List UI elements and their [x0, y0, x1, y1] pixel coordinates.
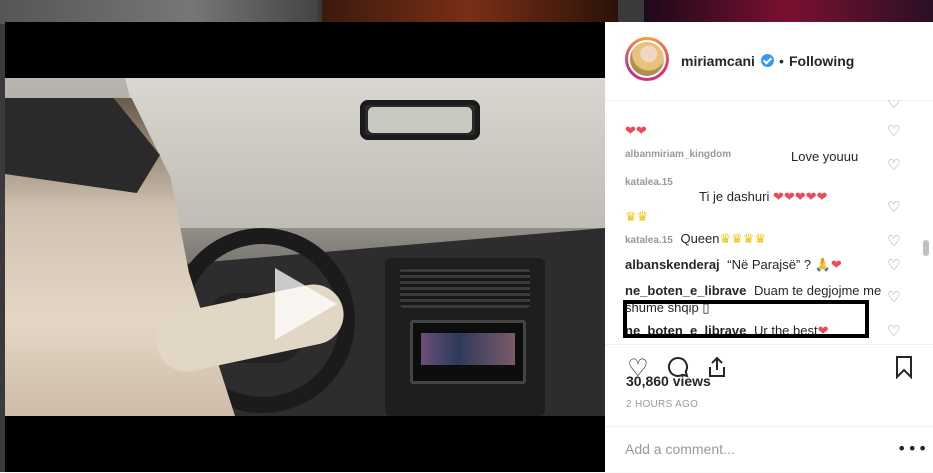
comment-item: katalea.15 Queen♛♛♛♛: [625, 230, 915, 249]
background-post-thumbnail[interactable]: [644, 0, 933, 24]
comment-like-icon[interactable]: [887, 232, 900, 250]
comment-emoji: ❤❤: [625, 124, 647, 139]
comment-item: albanskenderaj “Në Parajsë” ? 🙏❤: [625, 256, 915, 274]
comment-emoji: ❤❤❤❤❤: [772, 190, 828, 205]
post-header: miriamcani • Following: [605, 22, 933, 101]
post-side-panel: miriamcani • Following ❤❤ albanmiriam_ki…: [605, 22, 933, 472]
video-frame: [5, 78, 605, 416]
comment-username[interactable]: ne_boten_e_librave: [625, 283, 746, 298]
comment-like-icon[interactable]: [887, 156, 900, 174]
comment-text: “Në Parajsë” ?: [727, 257, 812, 272]
following-button[interactable]: Following: [789, 53, 854, 69]
play-icon[interactable]: [271, 268, 341, 340]
comment-like-icon[interactable]: [887, 322, 900, 340]
comments-scrollbar[interactable]: [923, 100, 929, 344]
rearview-mirror: [360, 100, 480, 140]
comment-username[interactable]: albanskenderaj: [625, 257, 720, 272]
comment-like-icon[interactable]: [887, 122, 900, 140]
ellipsis-icon[interactable]: •••: [897, 439, 928, 458]
comment-username[interactable]: albanmiriam_kingdom: [625, 149, 731, 160]
comment-like-icon[interactable]: [887, 288, 900, 306]
comment-username[interactable]: katalea.15: [625, 235, 673, 246]
background-post-thumbnail[interactable]: [0, 0, 318, 24]
add-comment-bar: •••: [605, 426, 933, 473]
comment-like-icon[interactable]: [887, 100, 900, 112]
comment-item: Ti je dashuri ❤❤❤❤❤: [699, 188, 879, 206]
comment-emoji: ♛♛: [625, 210, 649, 225]
comment-like-icon[interactable]: [887, 256, 900, 274]
comment-text: Love youuu: [791, 149, 859, 164]
comment-emoji: ♛♛♛♛: [719, 232, 767, 247]
comment-emoji: 🙏❤: [814, 258, 842, 273]
comment-text: Queen: [680, 231, 720, 246]
video-player[interactable]: [5, 22, 605, 472]
comment-username[interactable]: katalea.15: [625, 177, 673, 188]
author-username[interactable]: miriamcani: [681, 53, 755, 69]
avatar[interactable]: [625, 37, 669, 81]
comment-item: ♛♛: [625, 208, 915, 226]
header-separator: •: [779, 53, 784, 69]
view-count[interactable]: 30,860 views: [626, 373, 711, 389]
bookmark-icon[interactable]: [891, 355, 917, 381]
highlight-annotation-box: [623, 300, 869, 338]
comments-list[interactable]: ❤❤ albanmiriam_kingdom Love youuu katale…: [605, 100, 933, 344]
post-timestamp[interactable]: 2 HOURS AGO: [626, 399, 698, 410]
post-modal: miriamcani • Following ❤❤ albanmiriam_ki…: [5, 22, 933, 472]
scrollbar-thumb[interactable]: [923, 240, 929, 256]
background-post-thumbnail[interactable]: [322, 0, 618, 24]
verified-badge-icon: [761, 54, 774, 67]
comment-item: ❤❤: [625, 122, 915, 140]
center-console: [385, 258, 545, 416]
comment-text: Ti je dashuri: [699, 189, 770, 204]
comment-input[interactable]: [625, 439, 885, 459]
